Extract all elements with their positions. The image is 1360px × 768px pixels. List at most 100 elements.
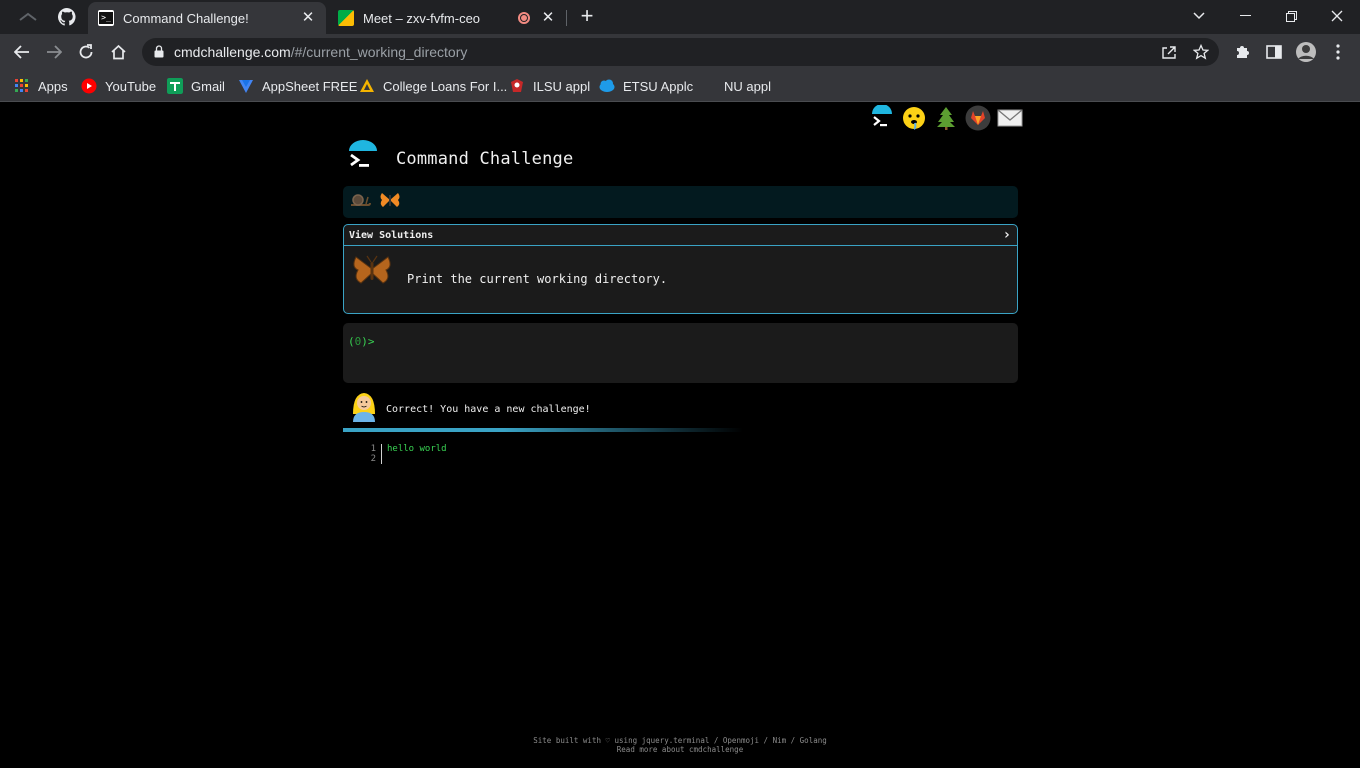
result-message: Correct! You have a new challenge!: [350, 390, 591, 429]
bookmark-star-icon[interactable]: [1192, 43, 1210, 61]
pinned-tab[interactable]: [12, 4, 44, 30]
evergreen-tree-icon[interactable]: [933, 105, 959, 131]
prompt-open: (: [348, 335, 355, 348]
bookmark-college-loans[interactable]: College Loans For I...: [359, 76, 507, 96]
site-title: Command Challenge: [396, 149, 574, 169]
progress-badges: [343, 186, 1018, 218]
challenge-description: Print the current working directory.: [407, 272, 668, 286]
side-panel-icon[interactable]: [1262, 40, 1286, 64]
url-text: cmdchallenge.com/#/current_working_direc…: [174, 44, 467, 60]
reload-button[interactable]: [74, 40, 98, 64]
url-host: cmdchallenge.com: [174, 44, 291, 60]
forward-button[interactable]: [42, 40, 66, 64]
recording-icon: [518, 12, 530, 24]
top-icon-nav: [869, 105, 1023, 133]
bookmarks-bar: Apps YouTube Gmail AppSheet FREE College…: [0, 70, 1360, 102]
share-icon[interactable]: [1160, 43, 1178, 61]
view-solutions-toggle[interactable]: View Solutions ›: [344, 225, 1017, 246]
editor-line: 1 hello world: [366, 444, 447, 454]
chevron-right-icon: ›: [1002, 227, 1011, 243]
snail-icon[interactable]: [349, 192, 371, 212]
browser-menu-icon[interactable]: [1326, 40, 1350, 64]
challenge-body: Print the current working directory.: [344, 246, 1017, 313]
envelope-icon[interactable]: [997, 105, 1023, 131]
minimize-button[interactable]: [1222, 0, 1268, 32]
butterfly-icon[interactable]: [379, 191, 401, 213]
bookmark-nu[interactable]: NU appl: [724, 76, 771, 96]
back-button[interactable]: [10, 40, 34, 64]
line-number: 2: [366, 454, 382, 464]
tab-search-icon[interactable]: [1176, 0, 1222, 32]
close-window-button[interactable]: [1314, 0, 1360, 32]
view-solutions-label: View Solutions: [349, 229, 434, 241]
pinned-tab-github[interactable]: [51, 4, 83, 30]
terminal-prompt: (0)>: [348, 335, 375, 348]
college-loans-icon: [360, 79, 374, 92]
line-text: hello world: [387, 444, 447, 454]
editor-line: 2: [366, 454, 447, 464]
gitlab-icon[interactable]: [965, 105, 991, 131]
tab-command-challenge[interactable]: >_ Command Challenge! ✕: [88, 2, 326, 34]
terminal-favicon-icon: >_: [98, 10, 114, 26]
new-tab-button[interactable]: +: [576, 5, 598, 28]
appsheet-icon: [239, 80, 253, 93]
challenge-card: View Solutions › Print the current worki…: [343, 224, 1018, 314]
etsu-icon: [599, 79, 615, 92]
progress-bar: [343, 428, 743, 432]
youtube-icon: [81, 78, 97, 94]
bookmark-etsu[interactable]: ETSU Applc: [599, 76, 693, 96]
footer-read-more-link[interactable]: Read more about cmdchallenge: [0, 745, 1360, 754]
bookmark-label: College Loans For I...: [383, 78, 508, 94]
tab-title: Meet – zxv-fvfm-ceo: [363, 10, 481, 26]
gmail-icon: [167, 78, 183, 94]
apps-grid-icon: [15, 79, 28, 92]
github-icon: [58, 8, 76, 26]
cmdchallenge-home-icon[interactable]: [869, 105, 895, 131]
bookmark-label: Apps: [38, 78, 68, 94]
bookmark-label: ILSU appl: [533, 78, 591, 94]
forward-arrow-icon: [47, 45, 62, 59]
prompt-close: )>: [361, 335, 375, 348]
home-button[interactable]: [106, 40, 130, 64]
back-arrow-icon: [14, 45, 29, 59]
reload-icon: [79, 44, 93, 59]
meet-favicon-icon: [338, 10, 354, 26]
browser-toolbar: cmdchallenge.com/#/current_working_direc…: [0, 34, 1360, 70]
woman-icon: [350, 390, 378, 429]
ilsu-icon: [511, 79, 523, 92]
tab-meet[interactable]: Meet – zxv-fvfm-ceo ✕: [328, 2, 566, 34]
line-text: [382, 454, 387, 464]
tab-separator: [566, 10, 567, 26]
restore-button[interactable]: [1268, 0, 1314, 32]
lock-icon: [154, 45, 164, 58]
bookmark-ilsu[interactable]: ILSU appl: [509, 76, 590, 96]
bookmark-label: NU appl: [724, 78, 771, 94]
profile-avatar[interactable]: [1294, 40, 1318, 64]
bookmark-apps[interactable]: Apps: [14, 76, 68, 96]
address-bar[interactable]: cmdchallenge.com/#/current_working_direc…: [142, 38, 1219, 66]
tab-strip: >_ Command Challenge! ✕ Meet – zxv-fvfm-…: [0, 0, 1360, 34]
url-path: /#/current_working_directory: [290, 44, 468, 60]
extensions-icon[interactable]: [1230, 40, 1254, 64]
bookmark-appsheet[interactable]: AppSheet FREE: [238, 76, 357, 96]
bookmark-label: ETSU Applc: [623, 78, 694, 94]
bookmark-youtube[interactable]: YouTube: [81, 76, 156, 96]
bookmark-gmail[interactable]: Gmail: [167, 76, 225, 96]
terminal-logo-icon: [347, 140, 379, 177]
output-editor: 1 hello world 2: [366, 444, 447, 464]
bookmark-label: AppSheet FREE: [262, 78, 358, 94]
bookmark-label: Gmail: [191, 78, 225, 94]
site-header: Command Challenge: [343, 139, 573, 179]
line-number: 1: [366, 444, 382, 454]
bookmark-label: YouTube: [105, 78, 157, 94]
result-text: Correct! You have a new challenge!: [386, 404, 591, 415]
site-logo[interactable]: [343, 139, 383, 179]
terminal[interactable]: (0)>: [343, 323, 1018, 383]
page-content: Command Challenge View Solutions › Print…: [0, 103, 1360, 768]
drooling-face-icon[interactable]: [901, 105, 927, 131]
pinned-tab-icon: [19, 12, 37, 21]
home-icon: [110, 44, 126, 60]
close-tab-icon[interactable]: ✕: [540, 10, 556, 26]
close-tab-icon[interactable]: ✕: [300, 10, 316, 26]
footer: Site built with ♡ using jquery.terminal …: [0, 736, 1360, 754]
